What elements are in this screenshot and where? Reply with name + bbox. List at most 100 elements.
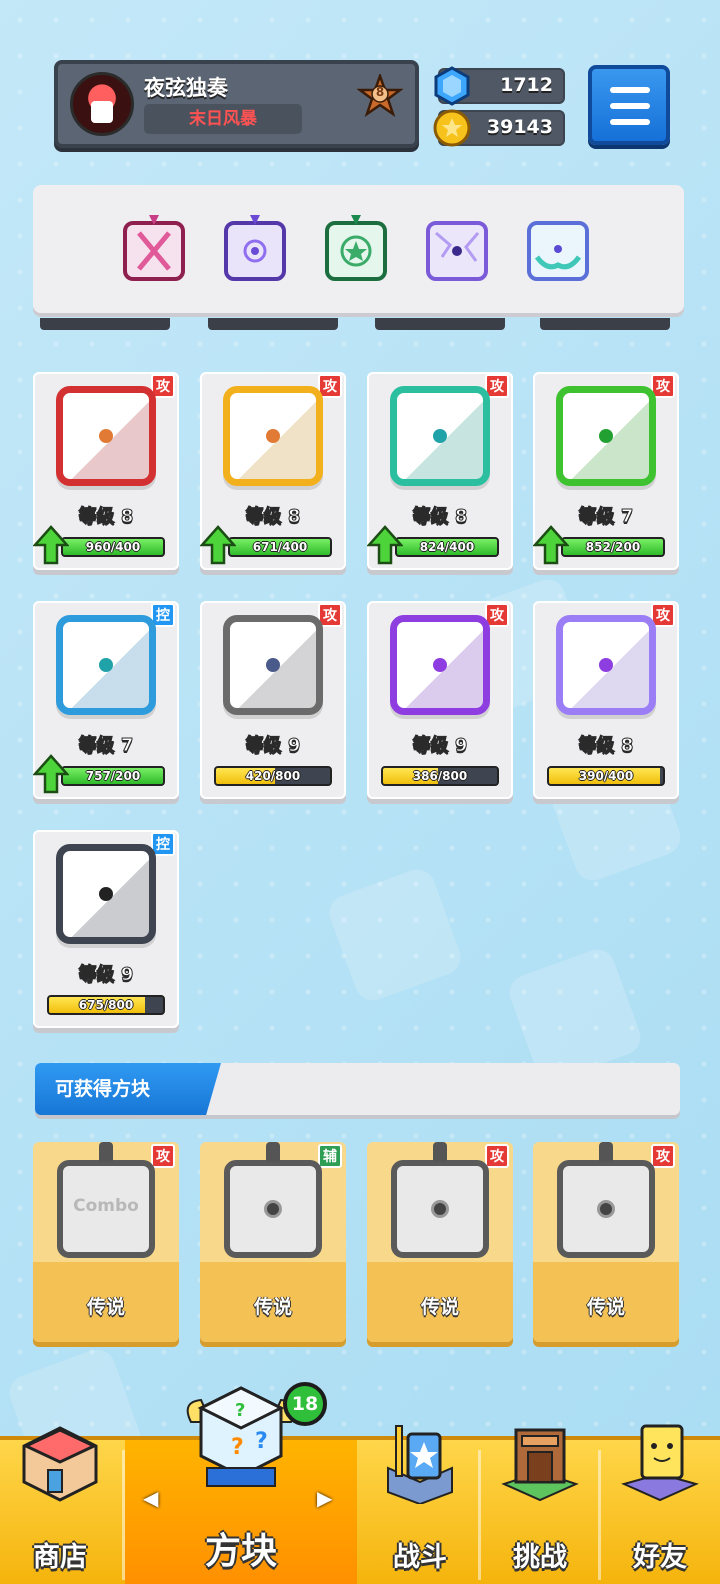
nav-blocks[interactable]: ? ? ? 18 ◀ ▶ 方块 xyxy=(125,1382,357,1584)
purple-crack-element-icon[interactable] xyxy=(422,213,492,283)
wind-die-icon xyxy=(390,386,490,486)
progress-text: 824/400 xyxy=(419,540,475,554)
upgrade-progress-bar: 960/400 xyxy=(61,537,165,557)
legendary-block-card[interactable]: 辅传说 xyxy=(200,1142,346,1342)
progress-text: 386/800 xyxy=(412,769,468,783)
gem-counter[interactable]: 1712 xyxy=(434,66,565,106)
coin-amount: 39143 xyxy=(486,116,553,138)
hidden-row-strip xyxy=(375,318,505,330)
block-card[interactable]: 攻等级 9 420/800 xyxy=(200,601,346,799)
poison-die-icon xyxy=(556,386,656,486)
green-dragon-element-icon[interactable] xyxy=(321,213,391,283)
upgrade-progress-bar: 757/200 xyxy=(61,766,165,786)
dragon-horn-decoration xyxy=(266,1142,280,1162)
purple-dragon-element-icon[interactable] xyxy=(220,213,290,283)
block-type-tag: 攻 xyxy=(151,1144,175,1168)
progress-text: 671/400 xyxy=(252,540,308,554)
upgrade-progress-bar: 671/400 xyxy=(228,537,332,557)
block-card[interactable]: 控等级 9 675/800 xyxy=(33,830,179,1028)
coin-icon xyxy=(433,109,471,147)
bottom-navigation: 商店 ? ? ? 18 ◀ ▶ 方块 战斗 挑战 好友 xyxy=(0,1382,720,1584)
hidden-row-strip xyxy=(40,318,170,330)
block-card[interactable]: 攻等级 7 852/200 xyxy=(533,372,679,570)
menu-icon-line xyxy=(610,87,650,93)
obtainable-section-title: 可获得方块 xyxy=(35,1063,221,1115)
die-dot xyxy=(99,887,113,901)
pink-dragon-element-icon[interactable] xyxy=(119,213,189,283)
block-card[interactable]: 攻等级 8 390/400 xyxy=(533,601,679,799)
upgrade-arrow-icon[interactable] xyxy=(367,525,403,565)
progress-text: 675/800 xyxy=(78,998,134,1012)
electric-die-icon xyxy=(223,386,323,486)
menu-icon-line xyxy=(610,103,650,109)
blackhole-die-icon xyxy=(557,1142,655,1258)
nav-battle[interactable]: 战斗 xyxy=(360,1425,480,1584)
coin-counter[interactable]: 39143 xyxy=(433,109,565,147)
upgrade-arrow-icon[interactable] xyxy=(33,525,69,565)
progress-text: 960/400 xyxy=(85,540,141,554)
die-dot xyxy=(266,658,280,672)
die-center-dot xyxy=(264,1200,282,1218)
teal-hands-element-icon[interactable] xyxy=(523,213,593,283)
progress-text: 420/800 xyxy=(245,769,301,783)
ice-die-icon xyxy=(56,615,156,715)
lock-die-icon xyxy=(56,844,156,944)
die-dot xyxy=(266,429,280,443)
upgrade-progress-bar: 675/800 xyxy=(47,995,165,1015)
block-type-tag: 辅 xyxy=(318,1144,342,1168)
nav-battle-label: 战斗 xyxy=(393,1542,447,1573)
upgrade-progress-bar: 390/400 xyxy=(547,766,665,786)
block-card[interactable]: 控等级 7 757/200 xyxy=(33,601,179,799)
combo-die-icon: Combo xyxy=(57,1142,155,1258)
prev-arrow-icon[interactable]: ◀ xyxy=(143,1486,158,1510)
obtainable-section-header: 可获得方块 xyxy=(35,1063,680,1115)
menu-button[interactable] xyxy=(588,65,670,145)
upgrade-arrow-icon[interactable] xyxy=(200,525,236,565)
upgrade-arrow-icon[interactable] xyxy=(533,525,569,565)
star-die-icon xyxy=(391,1142,489,1258)
rarity-label: 传说 xyxy=(253,1296,292,1318)
block-card[interactable]: 攻等级 9 386/800 xyxy=(367,601,513,799)
block-type-tag: 攻 xyxy=(651,1144,675,1168)
nav-blocks-label: 方块 xyxy=(204,1531,277,1572)
upgrade-arrow-icon[interactable] xyxy=(33,754,69,794)
battle-shield-icon xyxy=(387,1425,453,1504)
legendary-block-card[interactable]: 攻传说 xyxy=(533,1142,679,1342)
player-profile-panel[interactable]: 夜弦独奏 末日风暴 8 xyxy=(54,60,419,148)
block-card[interactable]: 攻等级 8 671/400 xyxy=(200,372,346,570)
menu-icon-line xyxy=(610,119,650,125)
dragon-horn-decoration xyxy=(599,1142,613,1162)
die-dot xyxy=(99,429,113,443)
progress-text: 852/200 xyxy=(585,540,641,554)
block-card[interactable]: 攻等级 8 960/400 xyxy=(33,372,179,570)
nav-friends[interactable]: 好友 xyxy=(600,1424,720,1584)
die-dot xyxy=(599,429,613,443)
block-level: 等级 9 xyxy=(245,735,301,757)
legendary-block-card[interactable]: 攻传说 xyxy=(367,1142,513,1342)
legendary-block-card[interactable]: 攻 Combo 传说 xyxy=(33,1142,179,1342)
upgrade-progress-bar: 852/200 xyxy=(561,537,665,557)
nav-challenge[interactable]: 挑战 xyxy=(480,1428,600,1584)
player-title: 末日风暴 xyxy=(144,104,302,134)
block-card[interactable]: 攻等级 8 824/400 xyxy=(367,372,513,570)
die-dot xyxy=(433,429,447,443)
rarity-label: 传说 xyxy=(86,1296,125,1318)
die-face-text: Combo xyxy=(73,1196,139,1216)
die-dot xyxy=(433,658,447,672)
rarity-label: 传说 xyxy=(586,1296,625,1318)
player-name: 夜弦独奏 xyxy=(144,76,228,100)
arrows-die-icon xyxy=(390,615,490,715)
progress-text: 757/200 xyxy=(85,769,141,783)
shop-icon xyxy=(22,1426,98,1502)
mystery-die-icon xyxy=(556,615,656,715)
gem-amount: 1712 xyxy=(500,74,553,96)
progress-text: 390/400 xyxy=(578,769,634,783)
next-arrow-icon[interactable]: ▶ xyxy=(317,1486,332,1510)
block-type-tag: 攻 xyxy=(485,1144,509,1168)
die-dot xyxy=(99,658,113,672)
hidden-row-strip xyxy=(208,318,338,330)
svg-text:?: ? xyxy=(255,1429,268,1454)
avatar[interactable] xyxy=(70,72,134,136)
nav-shop[interactable]: 商店 xyxy=(0,1426,120,1584)
svg-text:?: ? xyxy=(231,1435,244,1460)
